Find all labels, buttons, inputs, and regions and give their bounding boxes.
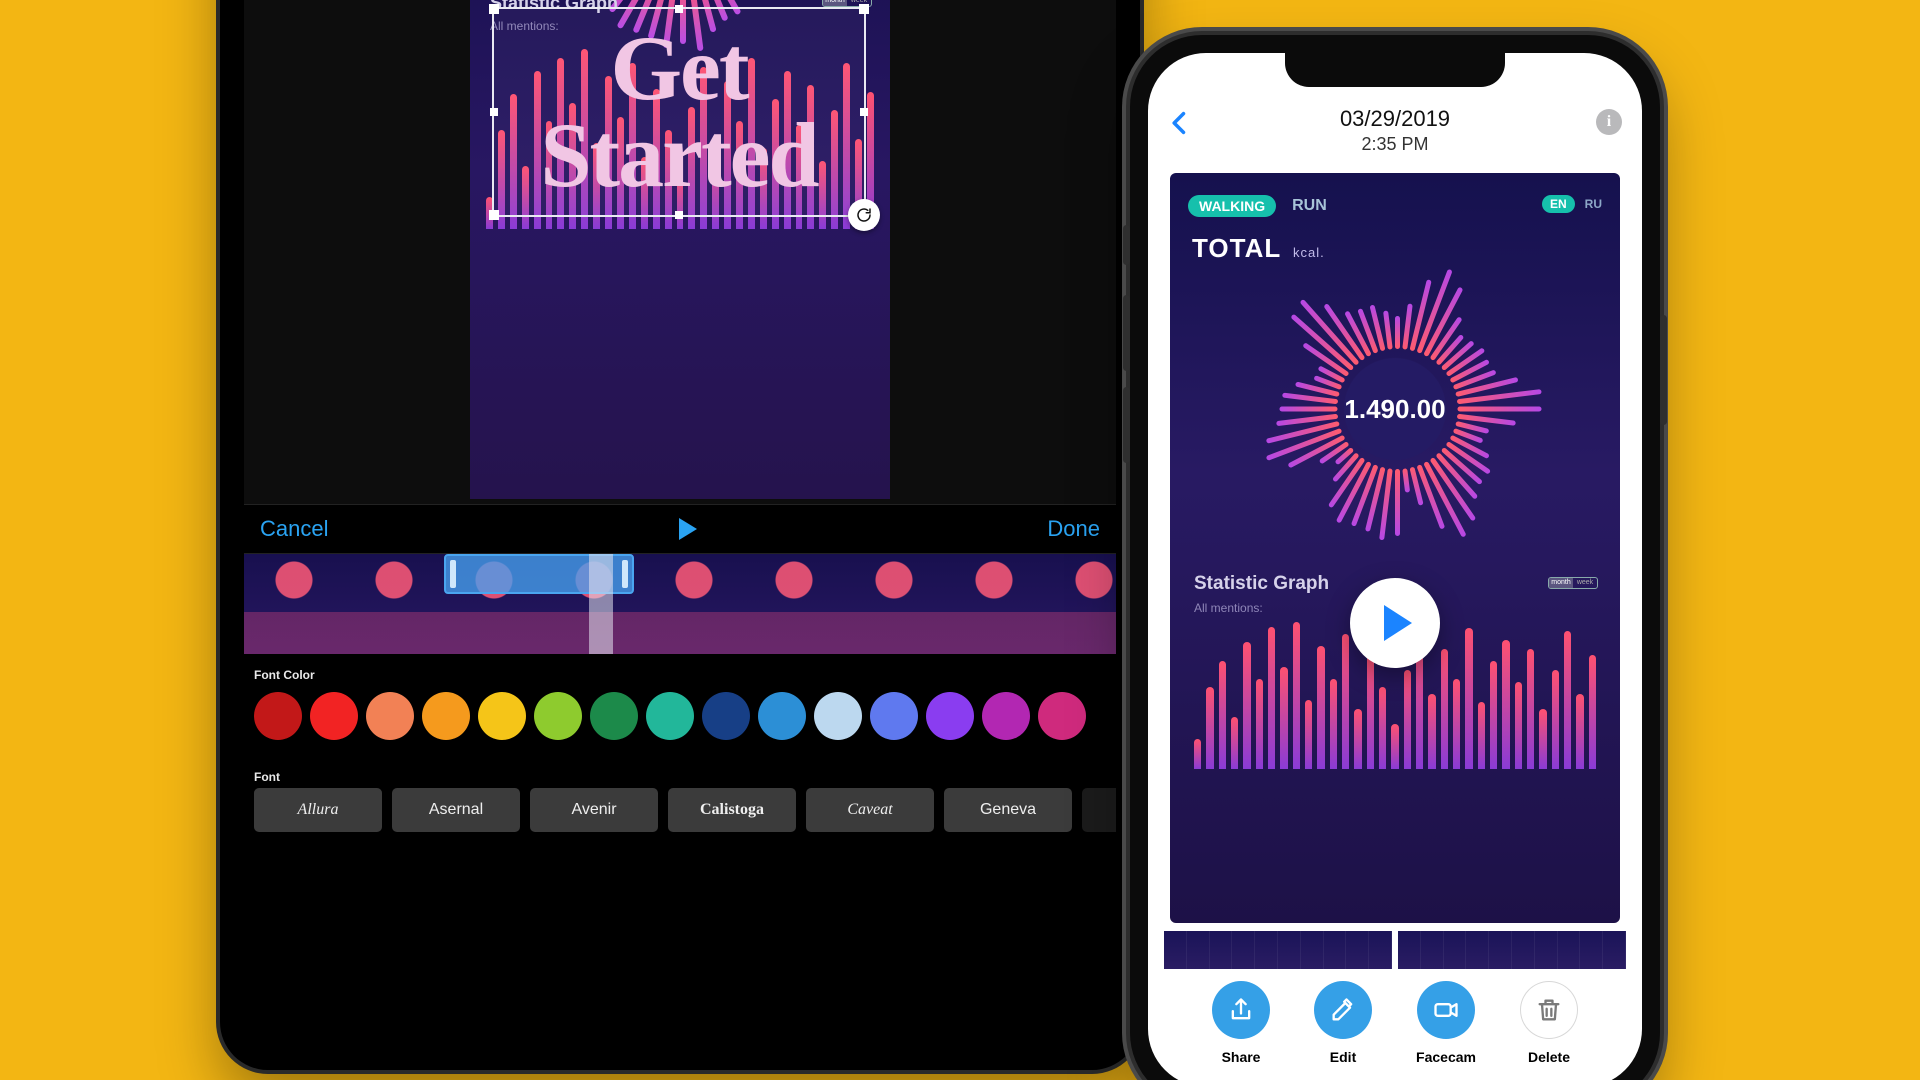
edit-button[interactable]: Edit bbox=[1314, 981, 1372, 1065]
side-button bbox=[1660, 315, 1667, 425]
font-option-calistoga[interactable]: Calistoga bbox=[668, 788, 796, 832]
font-color-row bbox=[250, 686, 1116, 746]
color-swatch[interactable] bbox=[366, 692, 414, 740]
color-swatch[interactable] bbox=[254, 692, 302, 740]
facecam-button[interactable]: Facecam bbox=[1416, 981, 1476, 1065]
resize-handle-bl[interactable] bbox=[489, 210, 499, 220]
color-swatch[interactable] bbox=[982, 692, 1030, 740]
chevron-left-icon bbox=[1166, 109, 1194, 137]
cancel-button[interactable]: Cancel bbox=[260, 516, 328, 542]
facecam-icon bbox=[1432, 996, 1460, 1024]
overlay-text[interactable]: Get Started bbox=[494, 9, 864, 215]
done-button[interactable]: Done bbox=[1047, 516, 1100, 542]
tab-run[interactable]: RUN bbox=[1292, 197, 1327, 215]
volume-down-button bbox=[1123, 387, 1130, 463]
total-text: TOTAL bbox=[1192, 233, 1281, 263]
text-overlay-selection[interactable]: Get Started bbox=[492, 7, 866, 217]
ipad-device: Statistic Graph All mentions: month week… bbox=[220, 0, 1140, 1070]
editor-toolbar: Cancel Done bbox=[244, 504, 1116, 554]
font-option-caveat[interactable]: Caveat bbox=[806, 788, 934, 832]
back-button[interactable] bbox=[1166, 107, 1194, 146]
color-swatch[interactable] bbox=[1038, 692, 1086, 740]
range-toggle[interactable]: month week bbox=[1548, 577, 1598, 589]
resize-handle-right[interactable] bbox=[860, 108, 868, 116]
volume-up-button bbox=[1123, 295, 1130, 371]
play-icon bbox=[1384, 605, 1412, 641]
share-label: Share bbox=[1222, 1049, 1261, 1065]
color-swatch[interactable] bbox=[646, 692, 694, 740]
lang-en[interactable]: EN bbox=[1542, 195, 1575, 213]
video-canvas[interactable]: Statistic Graph All mentions: month week… bbox=[470, 0, 890, 499]
facecam-label: Facecam bbox=[1416, 1049, 1476, 1065]
color-swatch[interactable] bbox=[702, 692, 750, 740]
trash-icon bbox=[1535, 996, 1563, 1024]
video-editor-canvas-area: Statistic Graph All mentions: month week… bbox=[244, 0, 1116, 504]
font-option-hept[interactable]: Hept bbox=[1082, 788, 1116, 832]
font-option-avenir[interactable]: Avenir bbox=[530, 788, 658, 832]
language-toggle: EN RU bbox=[1542, 195, 1602, 213]
resize-handle-left[interactable] bbox=[490, 108, 498, 116]
color-swatch[interactable] bbox=[590, 692, 638, 740]
recording-time: 2:35 PM bbox=[1340, 134, 1450, 155]
lang-ru[interactable]: RU bbox=[1585, 197, 1602, 211]
recording-header: 03/29/2019 2:35 PM i bbox=[1148, 99, 1642, 161]
header-title: 03/29/2019 2:35 PM bbox=[1340, 106, 1450, 155]
total-unit: kcal. bbox=[1293, 245, 1325, 260]
share-button[interactable]: Share bbox=[1212, 981, 1270, 1065]
iphone-device: 03/29/2019 2:35 PM i WALKING RUN EN RU T… bbox=[1130, 35, 1660, 1080]
activity-tabs: WALKING RUN bbox=[1188, 195, 1327, 217]
mute-switch bbox=[1123, 225, 1130, 265]
range-toggle-week[interactable]: week bbox=[1573, 578, 1597, 588]
rotate-handle[interactable] bbox=[848, 199, 880, 231]
resize-handle-tr[interactable] bbox=[859, 4, 869, 14]
play-button[interactable] bbox=[1350, 578, 1440, 668]
font-option-geneva[interactable]: Geneva bbox=[944, 788, 1072, 832]
total-value: 1.490.00 bbox=[1330, 344, 1460, 474]
rotate-icon bbox=[855, 206, 873, 224]
ipad-screen: Statistic Graph All mentions: month week… bbox=[244, 0, 1116, 1046]
color-swatch[interactable] bbox=[534, 692, 582, 740]
clip-thumbnail-strip[interactable] bbox=[1164, 931, 1626, 969]
edit-icon bbox=[1329, 996, 1357, 1024]
action-row: Share Edit Facecam Delete bbox=[1148, 981, 1642, 1065]
timeline-playhead[interactable] bbox=[589, 554, 613, 654]
color-swatch[interactable] bbox=[814, 692, 862, 740]
color-swatch[interactable] bbox=[478, 692, 526, 740]
color-swatch[interactable] bbox=[422, 692, 470, 740]
font-picker-row: AlluraAsernalAvenirCalistogaCaveatGeneva… bbox=[250, 788, 1116, 840]
total-label: TOTAL kcal. bbox=[1192, 233, 1325, 264]
font-color-label: Font Color bbox=[254, 668, 315, 682]
play-button[interactable] bbox=[679, 518, 697, 540]
delete-button[interactable]: Delete bbox=[1520, 981, 1578, 1065]
resize-handle-bottom[interactable] bbox=[675, 211, 683, 219]
resize-handle-top[interactable] bbox=[675, 5, 683, 13]
tab-walking[interactable]: WALKING bbox=[1188, 195, 1276, 217]
stat-graph-subtitle: All mentions: bbox=[1194, 601, 1263, 615]
resize-handle-tl[interactable] bbox=[489, 4, 499, 14]
range-toggle-month[interactable]: month bbox=[1549, 578, 1573, 588]
recording-preview[interactable]: WALKING RUN EN RU TOTAL kcal. 1.490.00 S… bbox=[1170, 173, 1620, 923]
notch bbox=[1285, 53, 1505, 87]
delete-label: Delete bbox=[1528, 1049, 1570, 1065]
stat-graph-title: Statistic Graph bbox=[1194, 573, 1329, 595]
recording-date: 03/29/2019 bbox=[1340, 106, 1450, 132]
color-swatch[interactable] bbox=[870, 692, 918, 740]
video-timeline[interactable] bbox=[244, 554, 1116, 654]
range-toggle-month[interactable]: month bbox=[823, 0, 847, 6]
iphone-screen: 03/29/2019 2:35 PM i WALKING RUN EN RU T… bbox=[1148, 53, 1642, 1080]
font-option-asernal[interactable]: Asernal bbox=[392, 788, 520, 832]
color-swatch[interactable] bbox=[758, 692, 806, 740]
edit-label: Edit bbox=[1330, 1049, 1356, 1065]
color-swatch[interactable] bbox=[926, 692, 974, 740]
color-swatch[interactable] bbox=[310, 692, 358, 740]
font-label: Font bbox=[254, 770, 280, 784]
share-icon bbox=[1227, 996, 1255, 1024]
font-option-allura[interactable]: Allura bbox=[254, 788, 382, 832]
info-button[interactable]: i bbox=[1596, 109, 1622, 135]
